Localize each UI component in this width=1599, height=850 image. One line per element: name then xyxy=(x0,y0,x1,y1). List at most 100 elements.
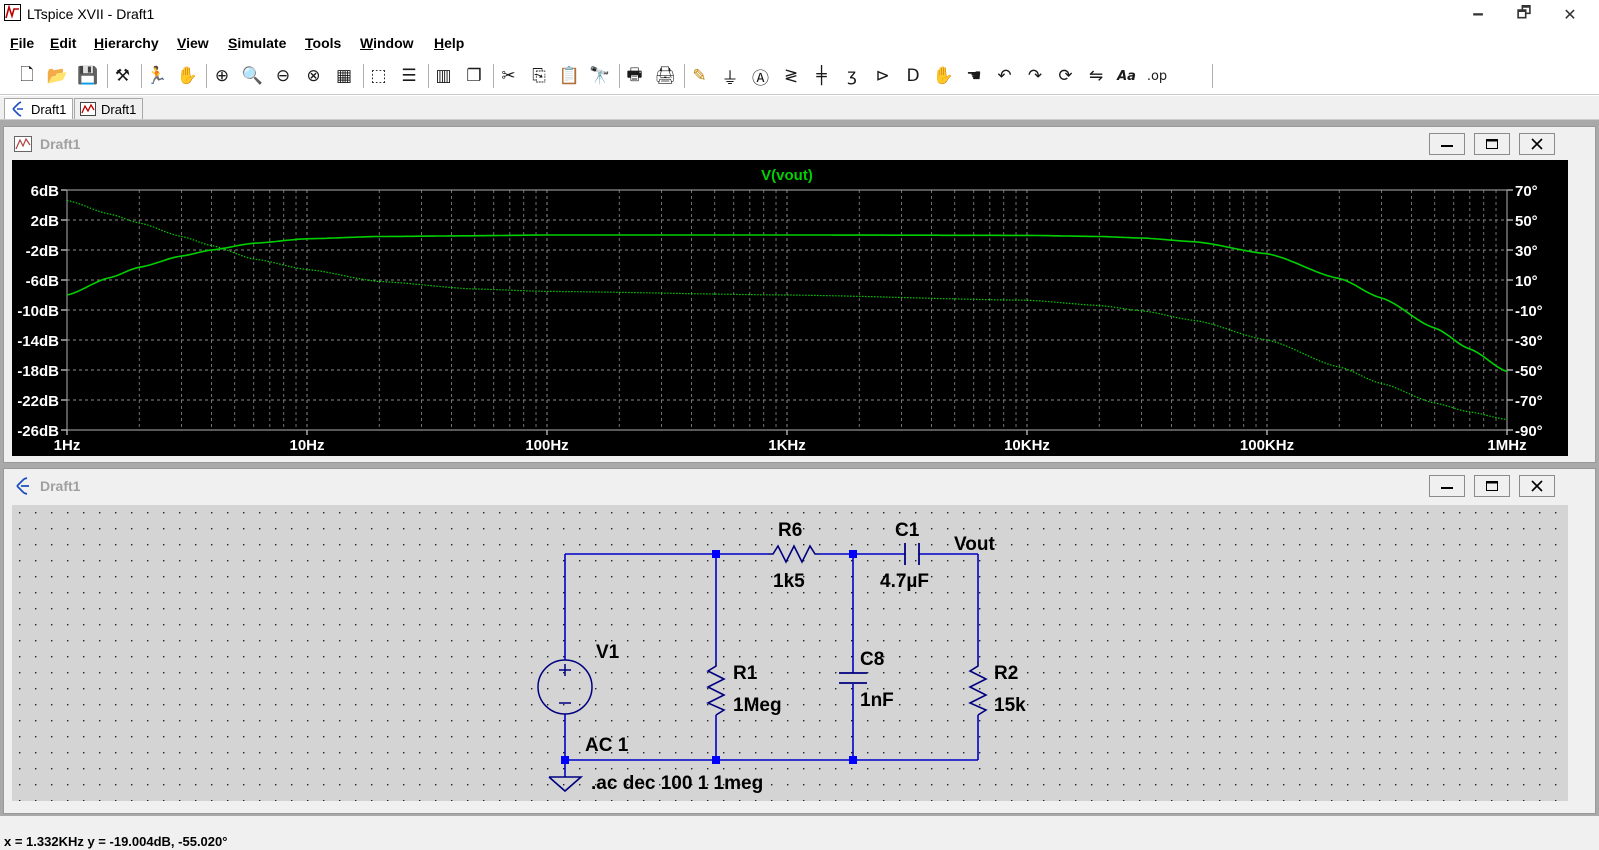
control-panel-icon: ⚒ xyxy=(114,66,131,86)
zoom-in-icon: ⊕ xyxy=(214,66,230,86)
schematic-maximize-button[interactable] xyxy=(1474,475,1510,497)
ltspice-logo-icon xyxy=(4,4,21,21)
tile-vertical-icon: ▥ xyxy=(435,66,452,86)
control-panel-button[interactable]: ⚒ xyxy=(110,63,136,89)
resistor-button[interactable]: ≷ xyxy=(778,63,804,89)
print-icon: 🖨 xyxy=(654,66,676,86)
waveform-window-titlebar: Draft1 xyxy=(4,127,1595,159)
zoom-out-button[interactable]: ⊖ xyxy=(270,63,296,89)
r6-name[interactable]: R6 xyxy=(778,520,802,541)
waveform-minimize-button[interactable] xyxy=(1429,133,1465,155)
title-bar: LTspice XVII - Draft1 🗕 🗗 ✕ xyxy=(0,0,1599,30)
c8-name[interactable]: C8 xyxy=(860,649,884,670)
diode-button[interactable]: ⊳ xyxy=(870,63,896,89)
paste-button[interactable]: 📋 xyxy=(557,63,583,89)
minimize-icon xyxy=(1441,487,1453,489)
pan-button[interactable]: 🔍 xyxy=(240,63,266,89)
save-button[interactable]: 💾 xyxy=(75,63,101,89)
component-button[interactable]: D xyxy=(900,63,926,89)
waveform-icon xyxy=(14,136,32,152)
r2-name[interactable]: R2 xyxy=(994,663,1018,684)
r1-value[interactable]: 1Meg xyxy=(733,695,782,716)
zoom-in-button[interactable]: ⊕ xyxy=(209,63,235,89)
schematic-close-button[interactable] xyxy=(1519,475,1555,497)
menu-file[interactable]: File xyxy=(10,35,34,51)
halt-button[interactable]: ✋ xyxy=(175,63,201,89)
redo-button[interactable]: ↷ xyxy=(1022,63,1048,89)
waveform-close-button[interactable] xyxy=(1519,133,1555,155)
menu-help[interactable]: Help xyxy=(434,35,464,51)
tile-vertical-button[interactable]: ▥ xyxy=(431,63,457,89)
net-label-vout[interactable]: Vout xyxy=(954,534,995,555)
schematic-minimize-button[interactable] xyxy=(1429,475,1465,497)
spice-directive-button[interactable]: .op xyxy=(1144,63,1170,89)
toolbar-separator xyxy=(106,64,108,88)
mdi-workspace: Draft1 6dB 70° 2dB 50° -2dB 30° -6dB 10° -10dB -1… xyxy=(0,120,1599,816)
c8-value[interactable]: 1nF xyxy=(860,690,894,711)
document-tab-bar: Draft1 Draft1 xyxy=(0,96,1599,120)
restore-button[interactable]: 🗗 xyxy=(1501,0,1547,30)
x-tick-label: 1Hz xyxy=(54,437,81,454)
drag-button[interactable]: ☚ xyxy=(961,63,987,89)
draw-wire-button[interactable]: ✎ xyxy=(687,63,713,89)
run-button[interactable]: 🏃 xyxy=(144,63,170,89)
zoom-to-fit-button[interactable]: ⬚ xyxy=(366,63,392,89)
close-button[interactable]: ✕ xyxy=(1547,0,1593,30)
toolbar: 🗋 📂 💾 ⚒ 🏃 ✋ ⊕ 🔍 ⊖ ⊗ ▦ ⬚ ☰ ▥ ❐ ✂ ⎘ 📋 🔭 🖶 🖨 ✎ ⏚ Ⓐ ≷ ╪ ʒ ⊳ D ✋ ☚ ↶ ↷ ⟳ ⇋ Aa .op xyxy=(0,58,1599,95)
cut-button[interactable]: ✂ xyxy=(496,63,522,89)
c1-name[interactable]: C1 xyxy=(895,520,920,541)
print-setup-button[interactable]: 🖶 xyxy=(622,63,648,89)
ground-button[interactable]: ⏚ xyxy=(717,63,743,89)
new-schematic-button[interactable]: 🗋 xyxy=(14,63,40,89)
mirror-button[interactable]: ⇋ xyxy=(1083,63,1109,89)
copy-icon: ⎘ xyxy=(532,66,546,86)
rotate-button[interactable]: ⟳ xyxy=(1053,63,1079,89)
r1-name[interactable]: R1 xyxy=(733,663,758,684)
undo-button[interactable]: ↶ xyxy=(992,63,1018,89)
v1-name[interactable]: V1 xyxy=(596,642,620,663)
cascade-button[interactable]: ❐ xyxy=(461,63,487,89)
spice-directive[interactable]: .ac dec 100 1 1meg xyxy=(591,773,763,794)
c1-value[interactable]: 4.7µF xyxy=(880,571,929,592)
trace-title[interactable]: V(vout) xyxy=(761,167,813,184)
menu-hierarchy[interactable]: Hierarchy xyxy=(94,35,159,51)
print-button[interactable]: 🖨 xyxy=(652,63,678,89)
text-button[interactable]: Aa xyxy=(1114,63,1140,89)
tab-waveform-draft1[interactable]: Draft1 xyxy=(74,98,144,119)
v1-value[interactable]: AC 1 xyxy=(585,735,629,756)
schematic-canvas[interactable]: R6 1k5 C1 4.7µF Vout V1 AC 1 R1 1Meg C8 … xyxy=(12,505,1568,801)
schematic-window-titlebar: Draft1 xyxy=(4,469,1595,501)
toolbar-separator xyxy=(618,64,620,88)
waveform-maximize-button[interactable] xyxy=(1474,133,1510,155)
waveform-plot[interactable]: 6dB 70° 2dB 50° -2dB 30° -6dB 10° -10dB -10° -14dB… xyxy=(12,160,1568,456)
open-button[interactable]: 📂 xyxy=(45,63,71,89)
tab-label: Draft1 xyxy=(101,102,137,117)
label-net-button[interactable]: Ⓐ xyxy=(748,63,774,89)
spice-directive-icon: .op xyxy=(1146,68,1168,84)
r6-value[interactable]: 1k5 xyxy=(773,571,805,592)
menu-view[interactable]: View xyxy=(177,35,209,51)
cascade-icon: ❐ xyxy=(466,66,482,86)
y-right-tick-label: 70° xyxy=(1515,183,1538,200)
tile-horizontal-button[interactable]: ☰ xyxy=(396,63,422,89)
menu-simulate[interactable]: Simulate xyxy=(228,35,286,51)
minimize-button[interactable]: 🗕 xyxy=(1455,0,1501,30)
capacitor-button[interactable]: ╪ xyxy=(809,63,835,89)
drag-icon: ☚ xyxy=(966,66,982,86)
zoom-cancel-button[interactable]: ⊗ xyxy=(301,63,327,89)
tab-label: Draft1 xyxy=(31,102,67,117)
find-button[interactable]: 🔭 xyxy=(587,63,613,89)
autorange-button[interactable]: ▦ xyxy=(331,63,357,89)
tab-schematic-draft1[interactable]: Draft1 xyxy=(4,98,74,119)
y-right-tick-label: 50° xyxy=(1515,213,1538,230)
schematic-window: Draft1 R6 1k5 C1 4.7µF Vout V1 AC 1 R1 1… xyxy=(3,468,1596,814)
move-button[interactable]: ✋ xyxy=(931,63,957,89)
menu-tools[interactable]: Tools xyxy=(305,35,341,51)
menu-edit[interactable]: Edit xyxy=(50,35,76,51)
close-icon xyxy=(1531,480,1543,492)
waveform-window-title: Draft1 xyxy=(40,136,81,152)
menu-window[interactable]: Window xyxy=(360,35,414,51)
inductor-button[interactable]: ʒ xyxy=(839,63,865,89)
copy-button[interactable]: ⎘ xyxy=(526,63,552,89)
r2-value[interactable]: 15k xyxy=(994,695,1026,716)
